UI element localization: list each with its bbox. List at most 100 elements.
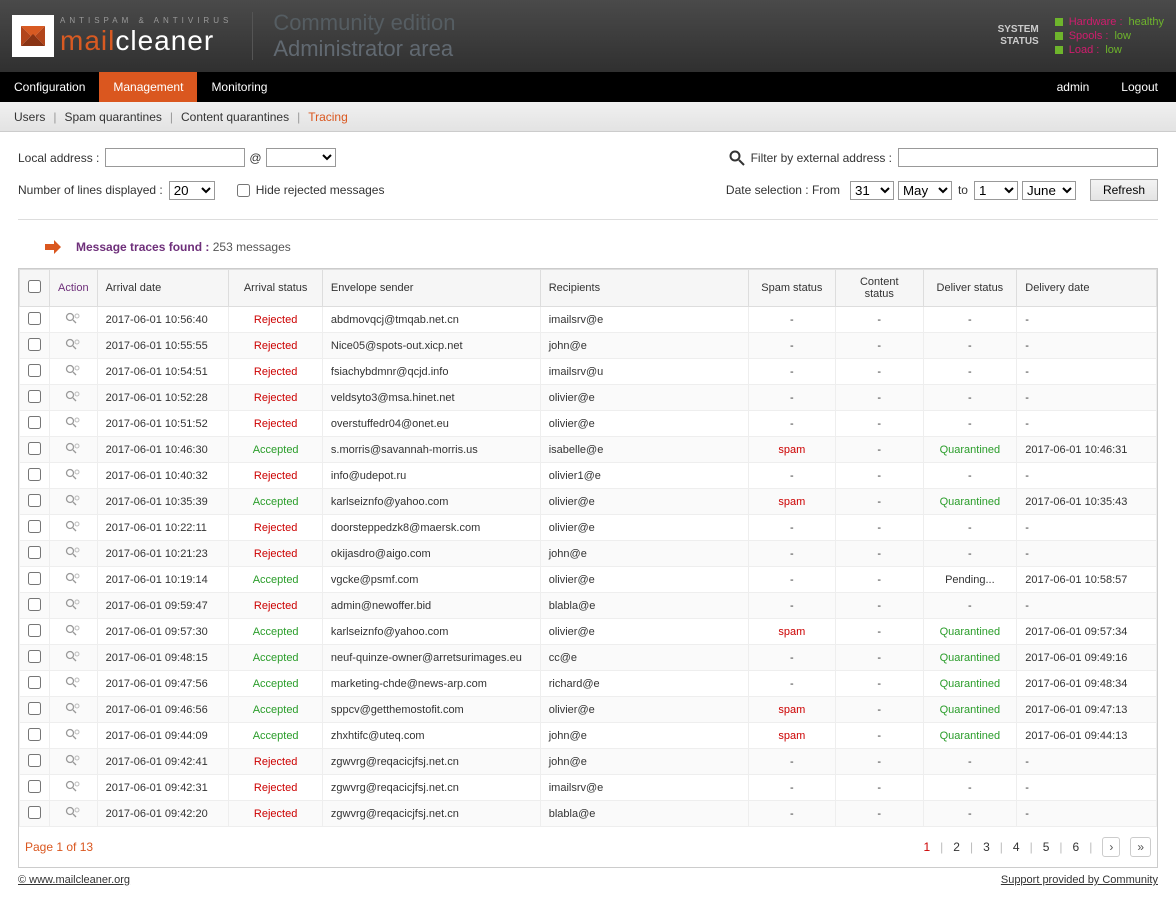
traces-table: Action Arrival date Arrival status Envel…: [19, 269, 1157, 827]
row-checkbox[interactable]: [28, 754, 41, 767]
row-checkbox[interactable]: [28, 598, 41, 611]
subnav-tracing[interactable]: Tracing: [308, 110, 348, 124]
page-3[interactable]: 3: [983, 840, 990, 854]
magnifier-icon[interactable]: [65, 394, 81, 406]
pager: Page 1 of 13 1|2|3|4|5|6|›»: [19, 827, 1157, 867]
local-address-input[interactable]: [105, 148, 245, 167]
status-dot-icon: [1055, 46, 1063, 54]
refresh-button[interactable]: Refresh: [1090, 179, 1158, 201]
row-checkbox[interactable]: [28, 338, 41, 351]
date-label: Date selection : From: [726, 183, 840, 197]
col-spam-status[interactable]: Spam status: [748, 270, 835, 307]
to-day-select[interactable]: 1: [974, 181, 1018, 200]
row-checkbox[interactable]: [28, 702, 41, 715]
page-4[interactable]: 4: [1013, 840, 1020, 854]
current-user[interactable]: admin: [1043, 80, 1104, 94]
magnifier-icon[interactable]: [65, 758, 81, 770]
table-row: 2017-06-01 10:22:11 Rejected doorstepped…: [20, 515, 1157, 541]
col-arrival-date[interactable]: Arrival date: [97, 270, 229, 307]
table-row: 2017-06-01 10:52:28 Rejected veldsyto3@m…: [20, 385, 1157, 411]
col-recipients[interactable]: Recipients: [540, 270, 748, 307]
magnifier-icon[interactable]: [65, 680, 81, 692]
row-checkbox[interactable]: [28, 494, 41, 507]
magnifier-icon[interactable]: [65, 706, 81, 718]
col-delivery-date[interactable]: Delivery date: [1017, 270, 1157, 307]
nav-management[interactable]: Management: [99, 72, 197, 102]
row-checkbox[interactable]: [28, 624, 41, 637]
magnifier-icon[interactable]: [65, 576, 81, 588]
next-page-icon[interactable]: ›: [1102, 837, 1120, 857]
subnav-content-quarantines[interactable]: Content quarantines: [181, 110, 289, 124]
magnifier-icon[interactable]: [65, 316, 81, 328]
filter-panel: Local address : @ Filter by external add…: [0, 132, 1176, 209]
subnav-users[interactable]: Users: [14, 110, 45, 124]
external-address-input[interactable]: [898, 148, 1158, 167]
row-checkbox[interactable]: [28, 728, 41, 741]
logout-link[interactable]: Logout: [1103, 80, 1176, 94]
arrow-right-icon: [42, 236, 64, 258]
nav-configuration[interactable]: Configuration: [0, 72, 99, 102]
table-row: 2017-06-01 09:46:56 Accepted sppcv@getth…: [20, 697, 1157, 723]
row-checkbox[interactable]: [28, 364, 41, 377]
magnifier-icon[interactable]: [65, 628, 81, 640]
row-checkbox[interactable]: [28, 416, 41, 429]
row-checkbox[interactable]: [28, 442, 41, 455]
from-day-select[interactable]: 31: [850, 181, 894, 200]
status-dot-icon: [1055, 32, 1063, 40]
table-row: 2017-06-01 09:42:31 Rejected zgwvrg@reqa…: [20, 775, 1157, 801]
magnifier-icon[interactable]: [65, 446, 81, 458]
row-checkbox[interactable]: [28, 312, 41, 325]
col-content-status[interactable]: Content status: [836, 270, 924, 307]
magnifier-icon[interactable]: [65, 784, 81, 796]
row-checkbox[interactable]: [28, 390, 41, 403]
from-month-select[interactable]: May: [898, 181, 952, 200]
magnifier-icon[interactable]: [65, 420, 81, 432]
magnifier-icon[interactable]: [65, 524, 81, 536]
magnifier-icon[interactable]: [65, 810, 81, 822]
nav-monitoring[interactable]: Monitoring: [197, 72, 281, 102]
edition: Community edition Administrator area: [273, 10, 455, 62]
table-row: 2017-06-01 10:46:30 Accepted s.morris@sa…: [20, 437, 1157, 463]
row-checkbox[interactable]: [28, 650, 41, 663]
table-row: 2017-06-01 09:57:30 Accepted karlseiznfo…: [20, 619, 1157, 645]
support-link[interactable]: Support provided by Community: [1001, 874, 1158, 886]
site-link[interactable]: © www.mailcleaner.org: [18, 874, 130, 886]
magnifier-icon[interactable]: [65, 368, 81, 380]
page-6[interactable]: 6: [1073, 840, 1080, 854]
magnifier-icon[interactable]: [65, 498, 81, 510]
domain-select[interactable]: [266, 148, 336, 167]
magnifier-icon[interactable]: [65, 654, 81, 666]
magnifier-icon[interactable]: [65, 550, 81, 562]
magnifier-icon[interactable]: [65, 342, 81, 354]
lines-label: Number of lines displayed :: [18, 183, 163, 197]
page-1[interactable]: 1: [923, 840, 930, 854]
page-info: Page 1 of 13: [25, 840, 93, 854]
col-arrival-status[interactable]: Arrival status: [229, 270, 323, 307]
row-checkbox[interactable]: [28, 806, 41, 819]
row-checkbox[interactable]: [28, 468, 41, 481]
to-month-select[interactable]: June: [1022, 181, 1076, 200]
subnav-spam-quarantines[interactable]: Spam quarantines: [64, 110, 161, 124]
table-row: 2017-06-01 10:35:39 Accepted karlseiznfo…: [20, 489, 1157, 515]
select-all-checkbox[interactable]: [28, 280, 41, 293]
row-checkbox[interactable]: [28, 520, 41, 533]
footer: © www.mailcleaner.org Support provided b…: [0, 868, 1176, 898]
magnifier-icon[interactable]: [65, 602, 81, 614]
last-page-icon[interactable]: »: [1130, 837, 1151, 857]
magnifier-icon[interactable]: [65, 732, 81, 744]
row-checkbox[interactable]: [28, 676, 41, 689]
row-checkbox[interactable]: [28, 546, 41, 559]
page-5[interactable]: 5: [1043, 840, 1050, 854]
logo: ANTISPAM & ANTIVIRUS mailcleaner: [12, 15, 232, 57]
lines-select[interactable]: 20: [169, 181, 215, 200]
hide-rejected-checkbox[interactable]: [237, 184, 250, 197]
table-row: 2017-06-01 10:54:51 Rejected fsiachybdmn…: [20, 359, 1157, 385]
row-checkbox[interactable]: [28, 780, 41, 793]
row-checkbox[interactable]: [28, 572, 41, 585]
col-sender[interactable]: Envelope sender: [322, 270, 540, 307]
magnifier-icon[interactable]: [65, 472, 81, 484]
page-2[interactable]: 2: [953, 840, 960, 854]
col-action[interactable]: Action: [50, 270, 98, 307]
hide-rejected-label: Hide rejected messages: [256, 183, 385, 197]
col-deliver-status[interactable]: Deliver status: [923, 270, 1017, 307]
